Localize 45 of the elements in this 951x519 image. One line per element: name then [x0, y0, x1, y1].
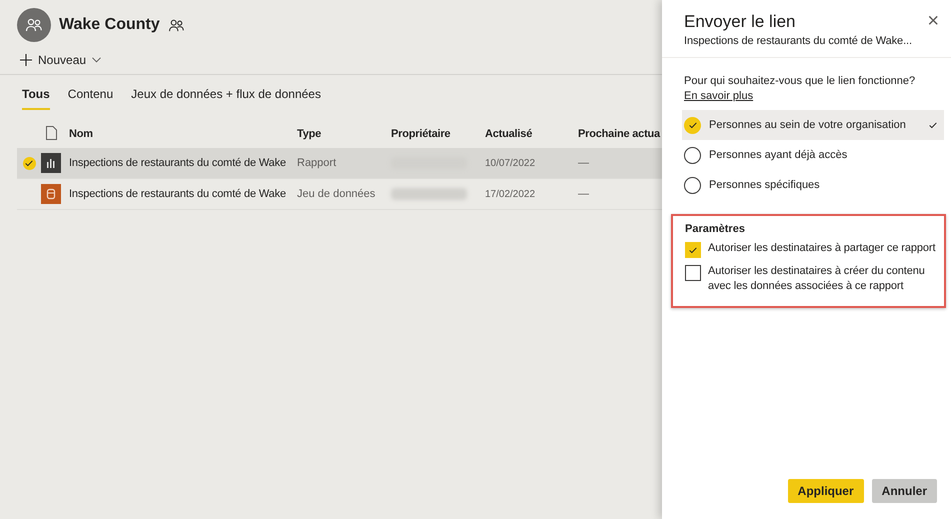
plus-icon — [20, 54, 32, 66]
tab[interactable]: Contenu — [68, 87, 114, 110]
tab[interactable]: Jeux de données + flux de données — [131, 87, 321, 110]
column-header[interactable]: Prochaine actua — [578, 128, 662, 140]
panel-subtitle: Inspections de restaurants du comté de Wake... — [684, 35, 912, 47]
table-cell-text: 10/07/2022 — [485, 158, 536, 168]
question-text: Pour qui souhaitez-vous que le lien fonctionne? En savoir plus — [683, 74, 916, 104]
column-header[interactable]: Type — [297, 128, 391, 140]
table-cell-text: Rapport — [297, 157, 338, 169]
settings-title: Paramètres — [685, 223, 746, 235]
workspace-avatar-icon — [17, 8, 51, 42]
checkmark-icon — [688, 245, 698, 255]
table-cell-text: — — [578, 188, 590, 200]
people-icon — [168, 18, 185, 32]
table-cell-text: 17/02/2022 — [485, 188, 536, 200]
report-icon — [41, 153, 61, 173]
cancel-button[interactable]: Annuler — [872, 479, 937, 503]
checkbox-label: Autoriser les destinataires à partager ce rapport — [708, 241, 936, 256]
dataset-icon — [41, 184, 61, 204]
column-header[interactable]: Actualisé — [485, 128, 578, 140]
table-row[interactable]: Inspections de restaurants du comté de Wake Jeu de données 17/02/2022 — — [17, 179, 662, 210]
column-header[interactable]: Nom — [69, 128, 297, 140]
selected-check-icon — [22, 156, 36, 170]
table-row[interactable]: Inspections de restaurants du comté de Wake Rapport 10/07/2022 — — [17, 148, 662, 179]
close-button[interactable]: × — [927, 12, 939, 30]
radio-option[interactable]: Personnes au sein de votre organisation — [682, 110, 944, 140]
checkmark-icon — [928, 120, 938, 130]
learn-more-link[interactable]: En savoir plus — [684, 90, 754, 102]
apply-button[interactable]: Appliquer — [788, 479, 864, 503]
table-cell-text: Jeu de données — [297, 188, 376, 200]
radio-option[interactable]: Personnes spécifiques — [682, 170, 944, 200]
workspace-title: Wake County — [59, 16, 160, 34]
new-button[interactable]: Nouveau — [20, 53, 102, 67]
tab[interactable]: Tous — [22, 87, 50, 110]
file-icon — [46, 126, 57, 140]
chevron-down-icon — [92, 57, 102, 63]
checkbox[interactable] — [685, 265, 701, 281]
column-header[interactable]: Propriétaire — [391, 128, 485, 140]
table-cell-text: Inspections de restaurants du comté de Wake — [69, 188, 287, 200]
checkbox-label: Autoriser les destinataires à créer du contenu avec les données associées à ce rapport — [708, 264, 926, 294]
table-cell-text: — — [578, 157, 590, 169]
panel-title: Envoyer le lien — [684, 12, 797, 32]
radio-option[interactable]: Personnes ayant déjà accès — [682, 140, 944, 170]
table-cell-text: Inspections de restaurants du comté de Wake — [69, 157, 287, 169]
checkmark-icon — [688, 120, 698, 130]
